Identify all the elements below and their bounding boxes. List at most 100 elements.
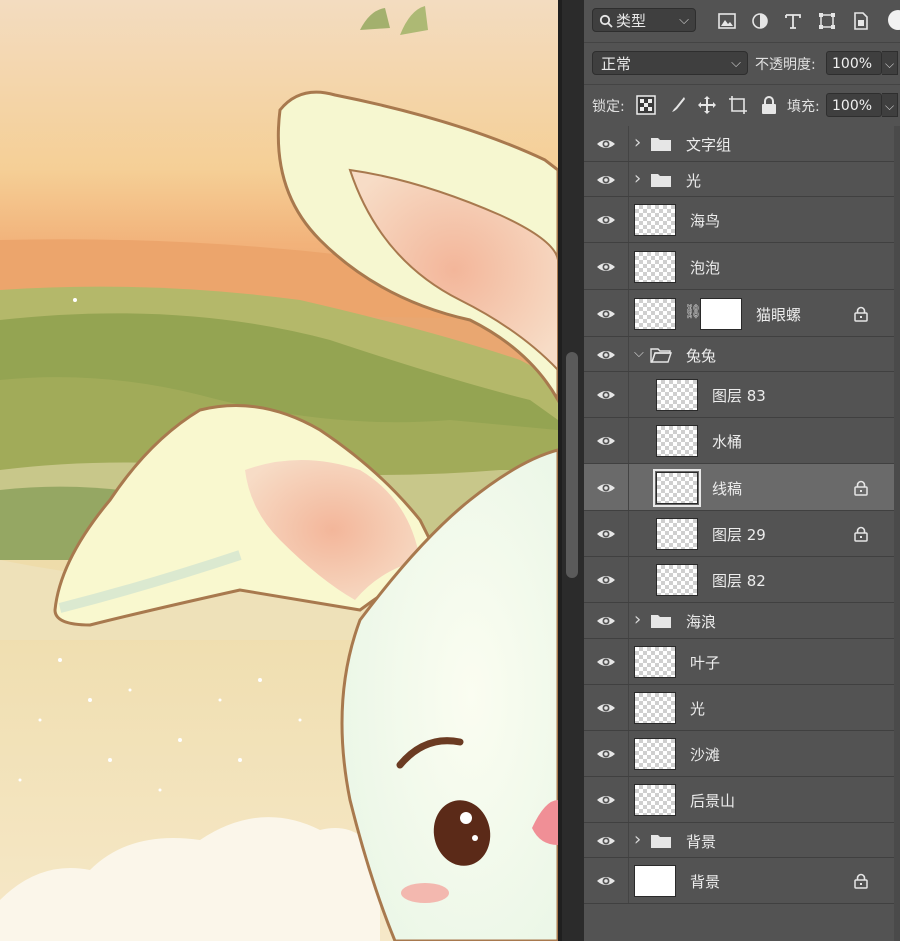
group-expand-chevron-icon[interactable]: › <box>634 609 641 630</box>
group-expand-chevron-icon[interactable]: › <box>634 829 641 850</box>
layer-name: 兔兔 <box>686 346 717 365</box>
layer-row[interactable]: 水桶 <box>584 418 894 464</box>
layer-group-row[interactable]: › 光 <box>584 162 894 197</box>
lock-all-icon[interactable] <box>760 95 778 115</box>
fill-input[interactable]: 100% <box>826 93 882 117</box>
visibility-eye-icon[interactable] <box>596 831 616 851</box>
visibility-eye-icon[interactable] <box>596 611 616 631</box>
opacity-dropdown-button[interactable]: ⌵ <box>882 51 898 75</box>
layer-row[interactable]: 图层 82 <box>584 557 894 603</box>
panel-edge <box>894 126 900 941</box>
layer-row[interactable]: 沙滩 <box>584 731 894 777</box>
layer-row[interactable]: 后景山 <box>584 777 894 823</box>
scrollbar-thumb[interactable] <box>566 352 578 578</box>
layer-thumbnail[interactable] <box>634 297 676 330</box>
layer-filter-bar: 类型 ⌵ <box>584 0 900 40</box>
layer-row[interactable]: 光 <box>584 685 894 731</box>
layer-row[interactable]: 海鸟 <box>584 197 894 243</box>
visibility-column-separator <box>628 639 629 684</box>
layer-group-row[interactable]: › 海浪 <box>584 603 894 639</box>
layer-lock-icon <box>854 480 868 496</box>
visibility-column-separator <box>628 603 629 638</box>
shape-filter-icon[interactable] <box>818 12 836 30</box>
layer-thumbnail[interactable] <box>634 865 676 897</box>
layer-row[interactable]: 线稿 <box>584 464 894 511</box>
visibility-column-separator <box>628 243 629 289</box>
visibility-eye-icon[interactable] <box>596 304 616 324</box>
layer-thumbnail[interactable] <box>656 379 698 411</box>
layer-thumbnail[interactable] <box>653 468 701 507</box>
visibility-column-separator <box>628 464 629 510</box>
layer-row[interactable]: 叶子 <box>584 639 894 685</box>
visibility-eye-icon[interactable] <box>596 257 616 277</box>
layer-lock-icon <box>854 306 868 322</box>
layer-name: 后景山 <box>690 792 736 810</box>
filter-kind-label: 类型 <box>616 12 647 30</box>
visibility-eye-icon[interactable] <box>596 345 616 365</box>
layer-thumbnail[interactable] <box>634 204 676 236</box>
layer-row[interactable]: 泡泡 <box>584 243 894 290</box>
visibility-eye-icon[interactable] <box>596 871 616 891</box>
layer-mask-thumbnail[interactable] <box>700 297 742 330</box>
layer-thumbnail[interactable] <box>634 250 676 283</box>
visibility-eye-icon[interactable] <box>596 652 616 672</box>
filter-kind-select[interactable]: 类型 ⌵ <box>592 8 696 32</box>
filter-toggle-switch[interactable] <box>888 10 900 30</box>
layer-group-row[interactable]: › 文字组 <box>584 126 894 162</box>
layer-thumbnail[interactable] <box>634 738 676 770</box>
visibility-eye-icon[interactable] <box>596 210 616 230</box>
blend-mode-select[interactable]: 正常 ⌵ <box>592 51 748 75</box>
visibility-eye-icon[interactable] <box>596 385 616 405</box>
adjustment-filter-icon[interactable] <box>751 12 769 30</box>
visibility-column-separator <box>628 731 629 776</box>
layer-thumbnail[interactable] <box>634 692 676 724</box>
visibility-column-separator <box>628 162 629 196</box>
fill-label: 填充: <box>787 99 820 115</box>
visibility-eye-icon[interactable] <box>596 790 616 810</box>
layer-name: 图层 82 <box>712 572 766 590</box>
prevent-auto-nesting-icon[interactable] <box>728 95 748 115</box>
layer-row[interactable]: ⛓ 猫眼螺 <box>584 290 894 337</box>
opacity-input[interactable]: 100% <box>826 51 882 75</box>
group-expand-chevron-icon[interactable]: › <box>634 168 641 189</box>
layer-group-row[interactable]: ⌵ 兔兔 <box>584 337 894 372</box>
chevron-down-icon: ⌵ <box>731 56 741 71</box>
layer-thumbnail[interactable] <box>656 425 698 457</box>
layer-name: 泡泡 <box>690 258 721 277</box>
folder-icon <box>650 833 672 849</box>
image-filter-icon[interactable] <box>718 12 736 30</box>
lock-transparent-pixels-icon[interactable] <box>636 95 656 115</box>
layer-name: 海鸟 <box>690 212 721 230</box>
group-expand-chevron-icon[interactable]: › <box>634 132 641 153</box>
document-canvas[interactable] <box>0 0 558 941</box>
layer-thumbnail[interactable] <box>634 784 676 816</box>
layer-name: 海浪 <box>686 613 717 631</box>
visibility-column-separator <box>628 511 629 556</box>
visibility-eye-icon[interactable] <box>596 524 616 544</box>
visibility-column-separator <box>628 557 629 602</box>
smart-object-filter-icon[interactable] <box>852 12 870 30</box>
lock-image-pixels-icon[interactable] <box>668 95 688 115</box>
type-filter-icon[interactable] <box>784 12 802 30</box>
layer-row[interactable]: 图层 83 <box>584 372 894 418</box>
lock-position-icon[interactable] <box>697 95 717 115</box>
layer-group-row[interactable]: › 背景 <box>584 823 894 858</box>
lock-fill-bar: 锁定: 填充: 100% ⌵ <box>584 84 900 125</box>
layer-row[interactable]: 图层 29 <box>584 511 894 557</box>
layer-name: 背景 <box>690 873 721 891</box>
visibility-column-separator <box>628 126 629 161</box>
layer-thumbnail[interactable] <box>656 564 698 596</box>
layer-thumbnail[interactable] <box>634 646 676 678</box>
visibility-eye-icon[interactable] <box>596 431 616 451</box>
visibility-eye-icon[interactable] <box>596 698 616 718</box>
folder-icon <box>650 172 672 188</box>
visibility-eye-icon[interactable] <box>596 744 616 764</box>
visibility-eye-icon[interactable] <box>596 134 616 154</box>
visibility-eye-icon[interactable] <box>596 570 616 590</box>
visibility-eye-icon[interactable] <box>596 478 616 498</box>
layer-thumbnail[interactable] <box>656 518 698 550</box>
layer-row[interactable]: 背景 <box>584 858 894 904</box>
fill-dropdown-button[interactable]: ⌵ <box>882 93 898 117</box>
group-collapse-chevron-icon[interactable]: ⌵ <box>634 346 644 361</box>
visibility-eye-icon[interactable] <box>596 170 616 190</box>
